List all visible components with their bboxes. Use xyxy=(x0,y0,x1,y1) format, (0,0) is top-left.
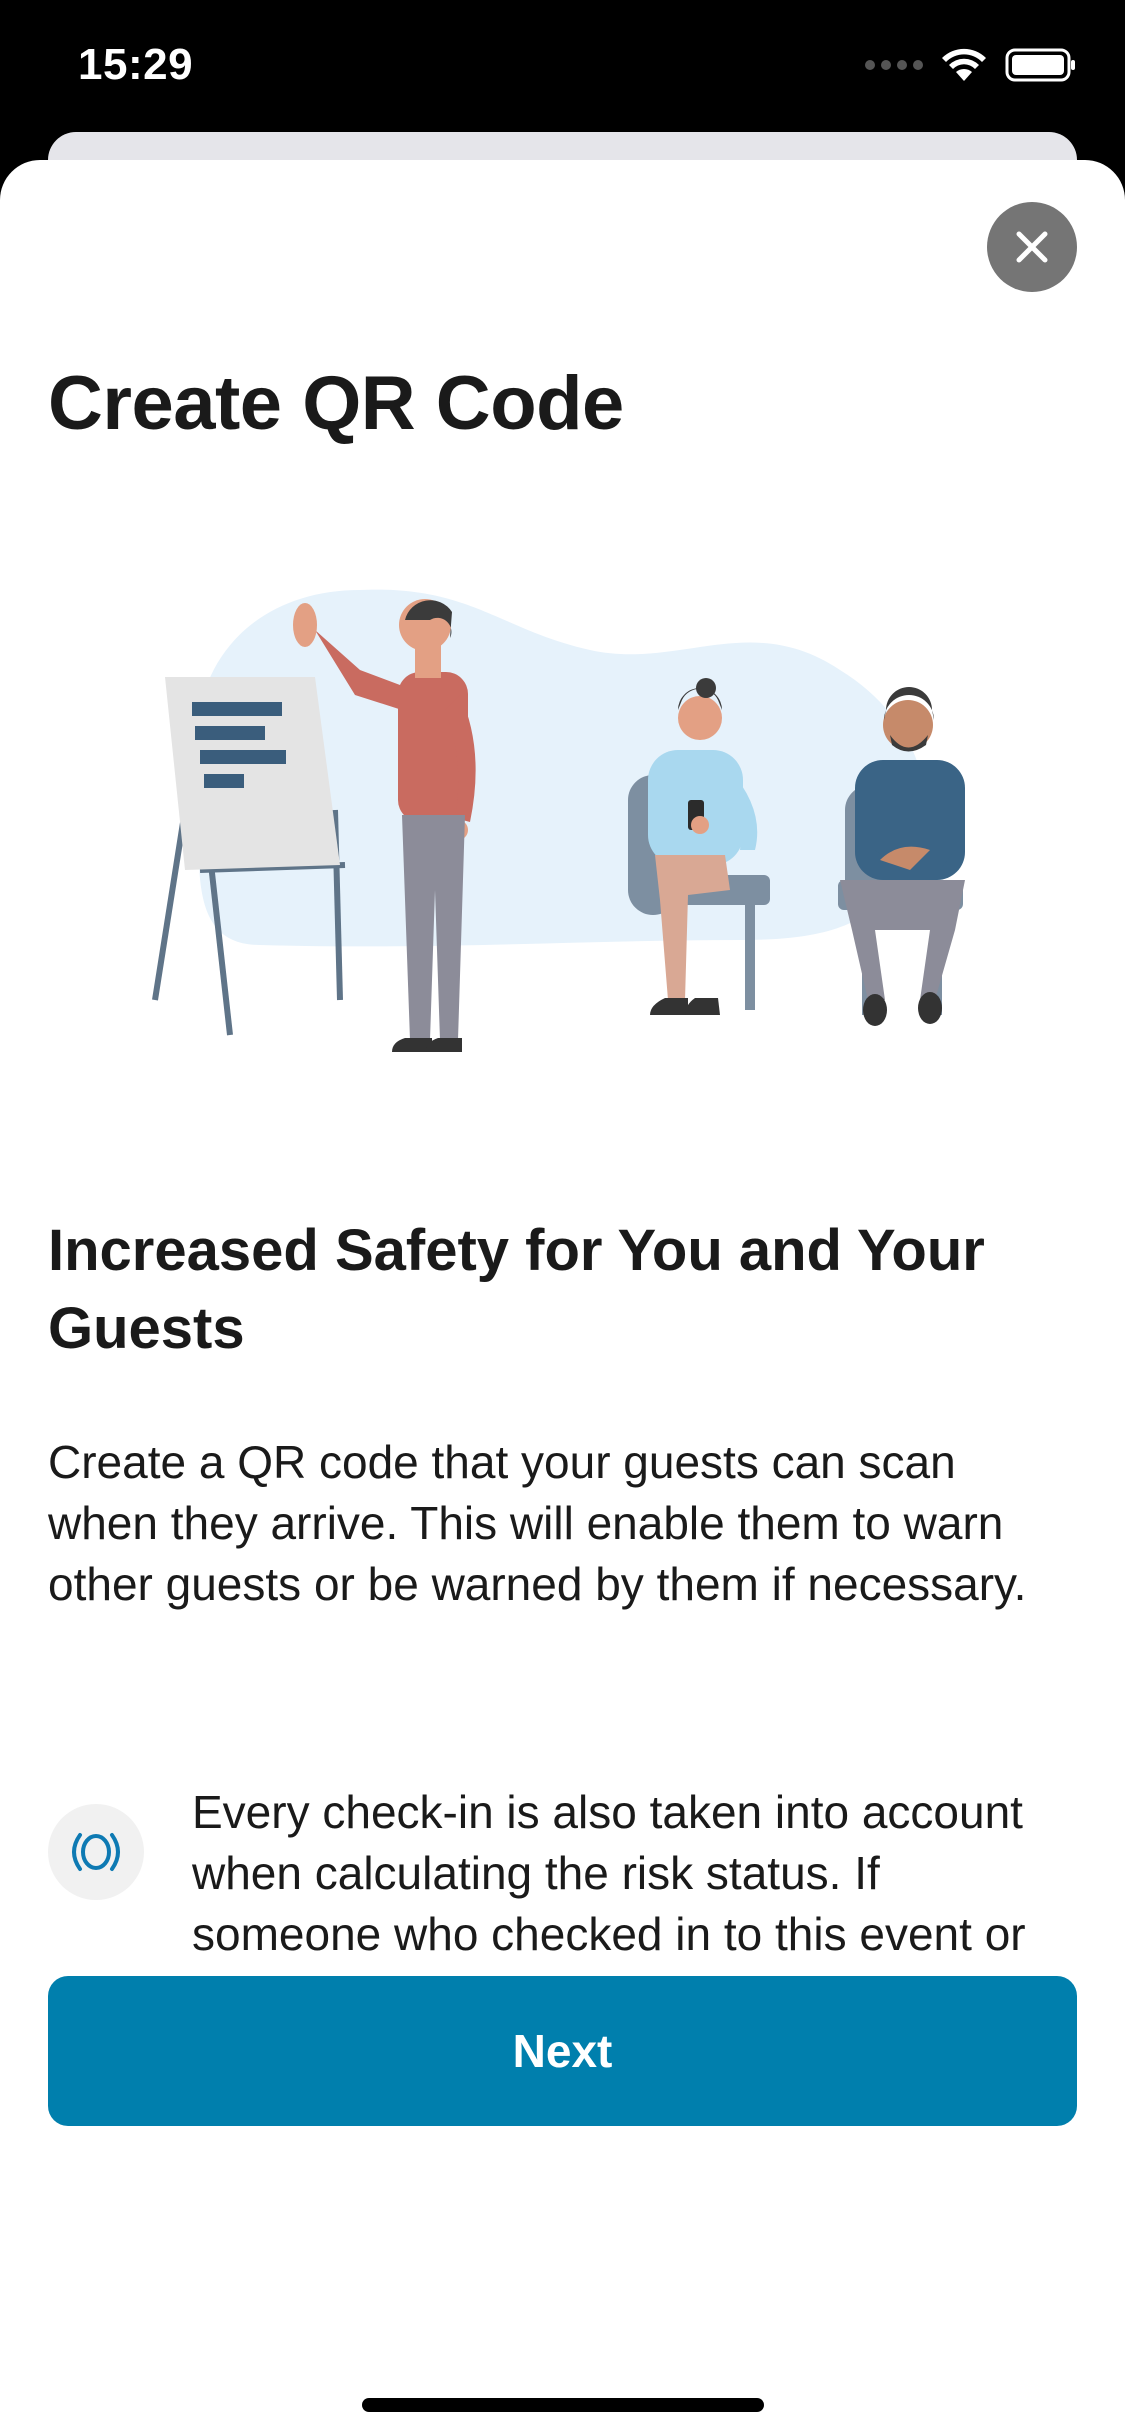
section-heading: Increased Safety for You and Your Guests xyxy=(48,1218,985,1361)
next-button[interactable]: Next xyxy=(48,1976,1077,2126)
status-icons xyxy=(865,48,1077,82)
close-icon xyxy=(1016,231,1048,263)
close-button[interactable] xyxy=(987,202,1077,292)
status-bar: 15:29 xyxy=(0,0,1125,140)
cellular-signal-icon xyxy=(865,60,923,70)
battery-icon xyxy=(1005,48,1075,82)
easel-icon xyxy=(152,677,346,1036)
wifi-icon xyxy=(942,48,986,81)
risk-status-icon xyxy=(48,1804,144,1900)
status-time: 15:29 xyxy=(78,40,194,89)
home-indicator xyxy=(362,2398,764,2412)
presentation-illustration xyxy=(152,589,965,1052)
description-text: Create a QR code that your guests can sc… xyxy=(48,1436,1027,1610)
page-title: Create QR Code xyxy=(48,361,624,446)
